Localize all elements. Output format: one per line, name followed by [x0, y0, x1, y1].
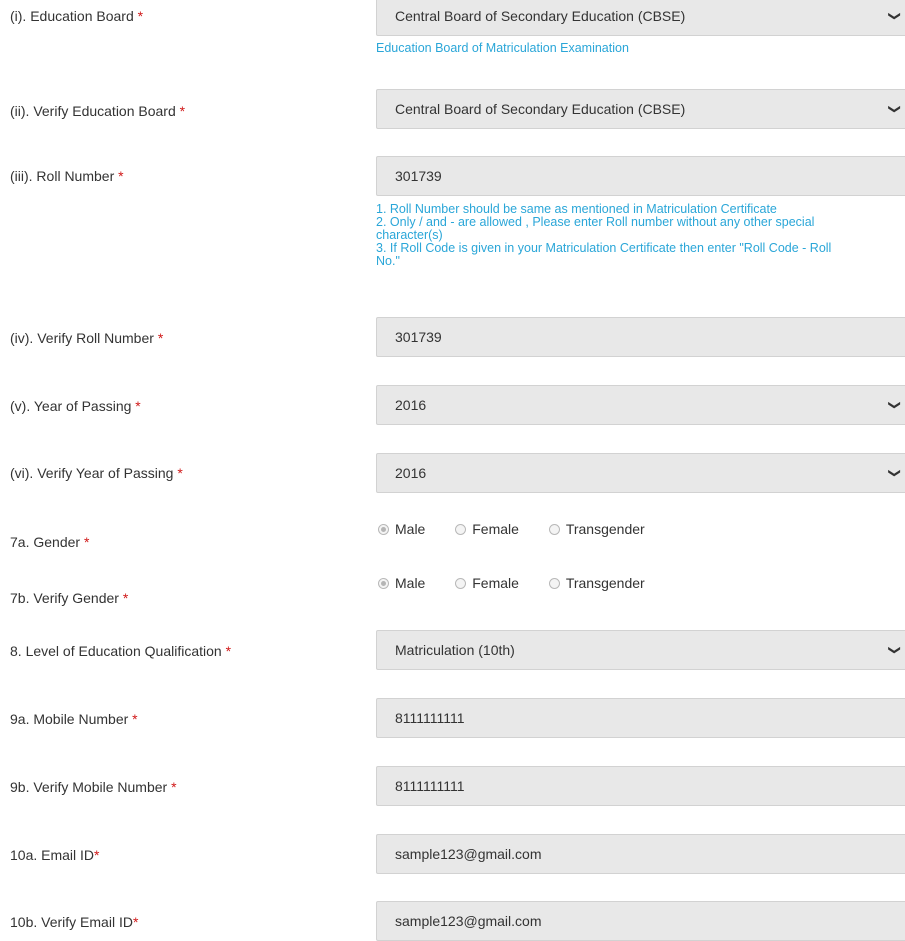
- chevron-down-icon: ❯: [887, 10, 902, 22]
- roll-number-hint-5: No.": [376, 254, 400, 268]
- radio-icon: [548, 524, 560, 536]
- verify-mobile-value: 8111111111: [395, 778, 465, 794]
- required-marker: *: [132, 914, 139, 930]
- education-level-value: Matriculation (10th): [395, 642, 515, 658]
- year-of-passing-select[interactable]: 2016 ❯: [376, 385, 905, 425]
- required-marker: *: [94, 847, 100, 863]
- verify-mobile-input[interactable]: 8111111111: [376, 766, 905, 806]
- chevron-down-icon: ❯: [887, 103, 902, 115]
- radio-icon: [548, 578, 560, 590]
- verify-education-board-label: (ii). Verify Education Board *: [10, 103, 186, 119]
- verify-gender-label: 7b. Verify Gender *: [10, 590, 129, 606]
- required-marker: *: [118, 168, 124, 184]
- roll-number-hint-2: 2. Only / and - are allowed , Please ent…: [376, 215, 815, 229]
- verify-gender-option-male[interactable]: Male: [378, 575, 425, 591]
- education-level-select[interactable]: Matriculation (10th) ❯: [376, 630, 905, 670]
- gender-option-transgender[interactable]: Transgender: [548, 521, 645, 537]
- verify-email-input[interactable]: sample123@gmail.com: [376, 901, 905, 941]
- verify-roll-number-input[interactable]: 301739: [376, 317, 905, 357]
- required-marker: *: [135, 398, 141, 414]
- verify-education-board-value: Central Board of Secondary Education (CB…: [395, 101, 686, 117]
- email-input[interactable]: sample123@gmail.com: [376, 834, 905, 874]
- education-board-select[interactable]: Central Board of Secondary Education (CB…: [376, 0, 905, 36]
- radio-icon: [455, 524, 467, 536]
- verify-year-of-passing-value: 2016: [395, 465, 427, 481]
- verify-roll-number-label: (iv). Verify Roll Number *: [10, 330, 164, 346]
- required-marker: *: [137, 8, 144, 24]
- education-level-label: 8. Level of Education Qualification *: [10, 643, 232, 659]
- verify-mobile-label: 9b. Verify Mobile Number *: [10, 779, 177, 795]
- education-board-hint: Education Board of Matriculation Examina…: [376, 41, 629, 55]
- mobile-value: 8111111111: [395, 710, 465, 726]
- required-marker: *: [179, 103, 186, 119]
- verify-gender-option-female[interactable]: Female: [455, 575, 519, 591]
- required-marker: *: [122, 590, 129, 606]
- chevron-down-icon: ❯: [887, 644, 902, 656]
- roll-number-value: 301739: [395, 168, 442, 184]
- gender-option-female[interactable]: Female: [455, 521, 519, 537]
- gender-option-male[interactable]: Male: [378, 521, 425, 537]
- required-marker: *: [157, 330, 164, 346]
- verify-year-of-passing-select[interactable]: 2016 ❯: [376, 453, 905, 493]
- verify-email-label: 10b. Verify Email ID*: [10, 914, 139, 930]
- roll-number-label: (iii). Roll Number *: [10, 168, 124, 184]
- mobile-input[interactable]: 8111111111: [376, 698, 905, 738]
- verify-education-board-select[interactable]: Central Board of Secondary Education (CB…: [376, 89, 905, 129]
- radio-selected-icon: [378, 524, 389, 536]
- roll-number-hints: 1. Roll Number should be same as mention…: [376, 203, 831, 268]
- required-marker: *: [225, 643, 232, 659]
- verify-gender-option-transgender[interactable]: Transgender: [548, 575, 645, 591]
- gender-radio-group: Male Female Transgender: [378, 520, 671, 537]
- verify-year-of-passing-label: (vi). Verify Year of Passing *: [10, 465, 183, 481]
- mobile-label: 9a. Mobile Number *: [10, 711, 138, 727]
- roll-number-input[interactable]: 301739: [376, 156, 905, 196]
- email-value: sample123@gmail.com: [395, 846, 542, 862]
- chevron-down-icon: ❯: [887, 467, 902, 479]
- education-board-value: Central Board of Secondary Education (CB…: [395, 8, 686, 24]
- year-of-passing-value: 2016: [395, 397, 427, 413]
- email-label: 10a. Email ID*: [10, 847, 100, 863]
- education-board-label: (i). Education Board *: [10, 8, 144, 24]
- gender-label: 7a. Gender *: [10, 534, 90, 550]
- required-marker: *: [177, 465, 183, 481]
- radio-icon: [455, 578, 467, 590]
- verify-email-value: sample123@gmail.com: [395, 913, 542, 929]
- chevron-down-icon: ❯: [887, 399, 902, 411]
- required-marker: *: [171, 779, 177, 795]
- required-marker: *: [132, 711, 138, 727]
- verify-gender-radio-group: Male Female Transgender: [378, 574, 671, 591]
- required-marker: *: [83, 534, 90, 550]
- radio-selected-icon: [378, 578, 389, 590]
- year-of-passing-label: (v). Year of Passing *: [10, 398, 141, 414]
- verify-roll-number-value: 301739: [395, 329, 442, 345]
- roll-number-hint-4: 3. If Roll Code is given in your Matricu…: [376, 241, 832, 255]
